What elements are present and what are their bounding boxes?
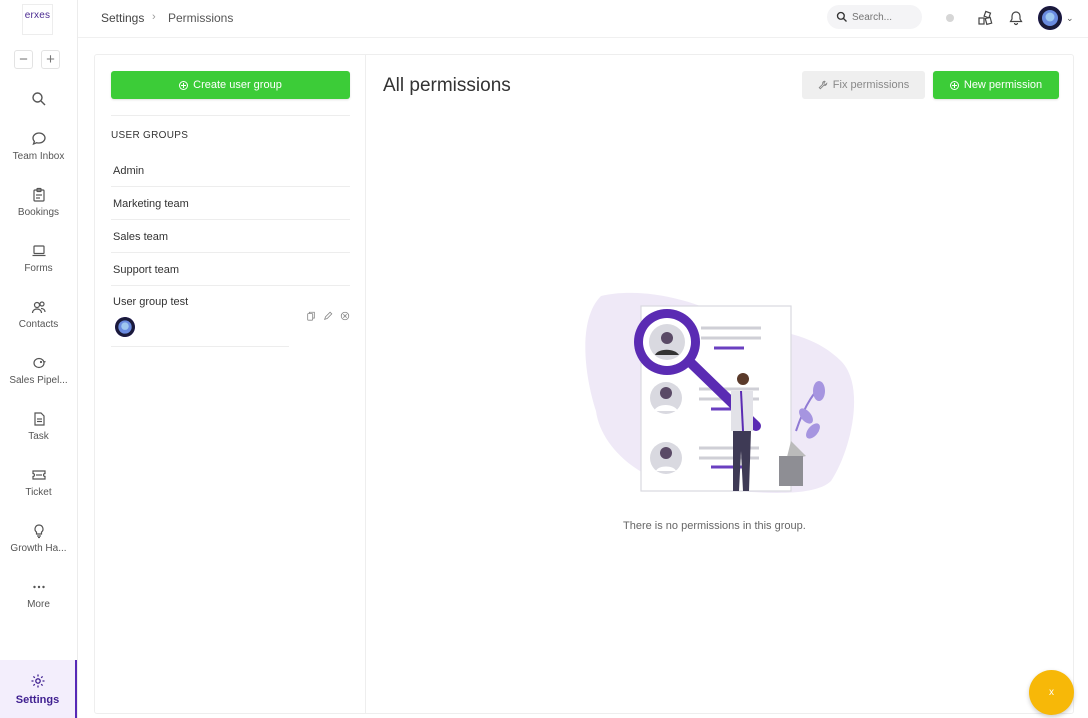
zoom-out-button[interactable]: − [14, 50, 33, 69]
breadcrumb-permissions: Permissions [168, 11, 234, 25]
bell-icon[interactable] [1008, 10, 1024, 26]
sidebar-item-ticket[interactable]: Ticket [0, 465, 77, 515]
laptop-icon [32, 245, 45, 257]
edit-icon[interactable] [323, 311, 333, 321]
sidebar-item-settings[interactable]: Settings [0, 660, 77, 718]
create-user-group-button[interactable]: Create user group [111, 71, 350, 99]
permissions-card: Create user group USER GROUPS Admin Mark… [94, 54, 1074, 714]
sidebar-label: Bookings [17, 207, 60, 218]
group-item-sales-team[interactable]: Sales team [111, 220, 350, 253]
ticket-icon [31, 470, 46, 480]
search-box[interactable] [827, 5, 922, 29]
fab-label: x [1049, 687, 1054, 698]
breadcrumb-separator: › [152, 11, 156, 23]
group-row-actions [306, 311, 350, 321]
page-title: All permissions [383, 75, 511, 96]
sidebar-label: More [27, 599, 50, 610]
sidebar-label: Forms [24, 263, 53, 274]
user-groups-heading: USER GROUPS [111, 130, 189, 141]
group-item-support-team[interactable]: Support team [111, 253, 350, 286]
member-avatar[interactable] [115, 317, 135, 337]
chat-icon [31, 132, 46, 146]
group-item-user-group-test[interactable]: User group test [111, 291, 350, 347]
contacts-icon [31, 301, 46, 314]
floating-action-button[interactable]: x [1029, 670, 1074, 715]
sidebar-item-growth-hacking[interactable]: Growth Ha... [0, 521, 77, 571]
breadcrumb-settings[interactable]: Settings [101, 11, 144, 25]
sidebar-item-sales-pipeline[interactable]: Sales Pipel... [0, 353, 77, 403]
divider [111, 115, 350, 116]
bookings-icon [32, 187, 45, 202]
group-item-admin[interactable]: Admin [111, 154, 350, 187]
empty-state-text: There is no permissions in this group. [623, 520, 806, 532]
group-item-marketing-team[interactable]: Marketing team [111, 187, 350, 220]
sidebar-label: Growth Ha... [10, 543, 67, 554]
zoom-controls: − + [14, 50, 60, 69]
more-icon [32, 585, 45, 589]
piggy-bank-icon [32, 357, 46, 369]
fix-permissions-button[interactable]: Fix permissions [802, 71, 925, 99]
left-sidebar: erxes − + Team Inbox Bookings Forms Cont… [0, 0, 78, 718]
erxes-logo[interactable]: erxes [22, 4, 53, 35]
divider [111, 346, 289, 347]
copy-icon[interactable] [306, 311, 316, 321]
avatar-image [1038, 6, 1062, 30]
user-avatar[interactable] [1038, 6, 1062, 30]
sidebar-label: Ticket [25, 487, 52, 498]
group-label: User group test [113, 296, 189, 308]
task-icon [33, 412, 45, 426]
new-permission-button[interactable]: New permission [933, 71, 1059, 99]
sidebar-label: Sales Pipel... [9, 375, 68, 386]
search-icon [31, 92, 45, 106]
sidebar-item-bookings[interactable]: Bookings [0, 185, 77, 235]
lightbulb-icon [33, 524, 44, 539]
plus-circle-icon [179, 80, 189, 90]
apps-icon[interactable] [977, 10, 993, 26]
group-label: Marketing team [113, 198, 189, 210]
gear-icon [31, 674, 44, 688]
group-label: Sales team [113, 231, 169, 243]
plus-circle-icon [949, 80, 959, 90]
sidebar-label: Settings [15, 694, 60, 706]
create-user-group-label: Create user group [193, 79, 282, 91]
search-icon [836, 11, 847, 22]
top-bar: Settings › Permissions ⌄ [78, 0, 1088, 38]
search-input[interactable] [852, 11, 916, 23]
group-label: Support team [113, 264, 180, 276]
sidebar-item-contacts[interactable]: Contacts [0, 297, 77, 347]
group-label: Admin [113, 165, 145, 177]
empty-state-illustration [585, 292, 855, 493]
status-indicator [946, 14, 954, 22]
avatar-image [115, 317, 135, 337]
user-groups-panel: Create user group USER GROUPS Admin Mark… [95, 55, 366, 713]
fix-permissions-label: Fix permissions [832, 79, 910, 91]
wrench-icon [818, 80, 828, 90]
sidebar-item-task[interactable]: Task [0, 409, 77, 459]
sidebar-label: Team Inbox [12, 151, 65, 162]
new-permission-label: New permission [963, 79, 1043, 91]
sidebar-item-team-inbox[interactable]: Team Inbox [0, 129, 77, 179]
remove-icon[interactable] [340, 311, 350, 321]
sidebar-label: Contacts [18, 319, 59, 330]
chevron-down-icon[interactable]: ⌄ [1066, 13, 1074, 24]
sidebar-item-more[interactable]: More [0, 577, 77, 627]
sidebar-label: Task [28, 431, 49, 442]
zoom-in-button[interactable]: + [41, 50, 60, 69]
sidebar-item-forms[interactable]: Forms [0, 241, 77, 291]
